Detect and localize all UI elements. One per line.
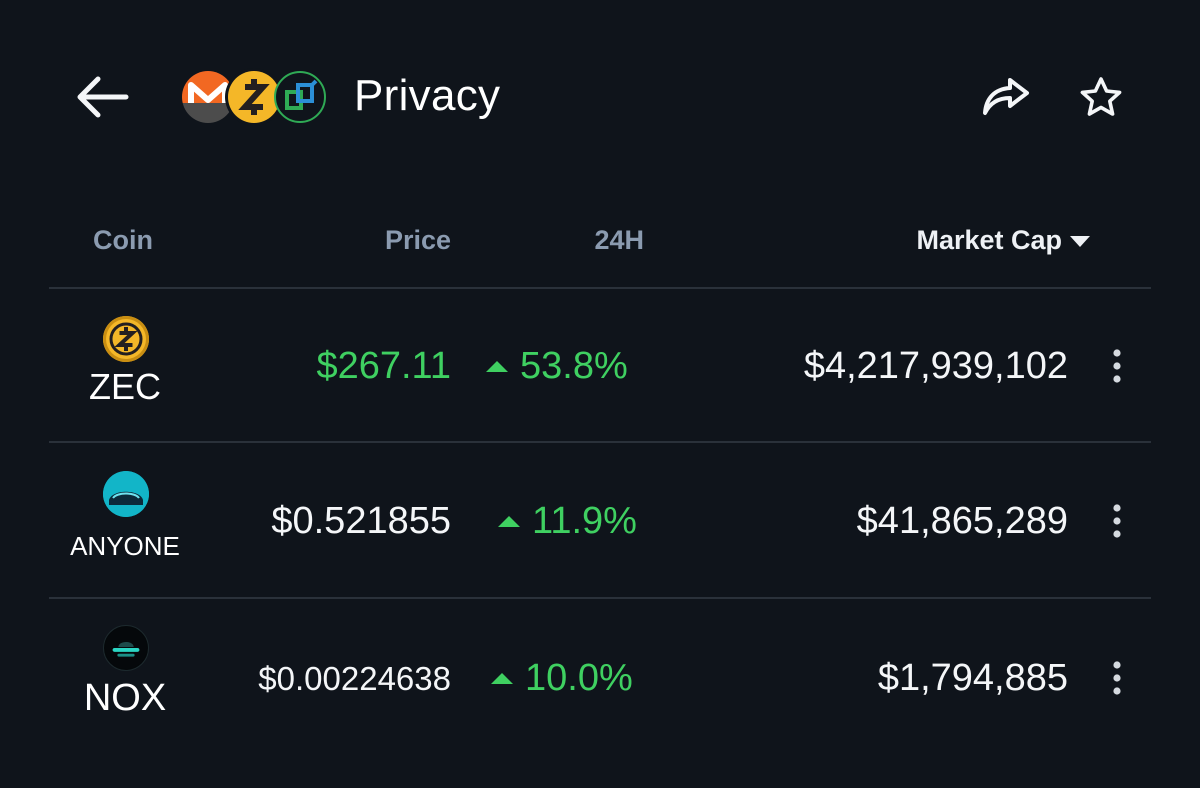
more-options-button[interactable] bbox=[1099, 654, 1135, 702]
coin-row-anyone[interactable]: ANYONE $0.521855 11.9% $41,865,289 bbox=[49, 443, 1151, 597]
category-page: Privacy Coin Price 24H Market Cap ZEC $2… bbox=[0, 0, 1200, 788]
market-cap-header-label: Market Cap bbox=[916, 225, 1062, 255]
favorite-button[interactable] bbox=[1066, 64, 1136, 130]
column-header-coin[interactable]: Coin bbox=[93, 222, 153, 258]
coin-symbol: ZEC bbox=[89, 366, 161, 407]
arrow-left-icon bbox=[77, 76, 129, 118]
price-change-value: 10.0% bbox=[525, 657, 633, 699]
price-change-24h: 10.0% bbox=[491, 654, 633, 702]
back-button[interactable] bbox=[62, 62, 142, 132]
coin-row-zec[interactable]: ZEC $267.11 53.8% $4,217,939,102 bbox=[49, 289, 1151, 443]
market-cap-value: $41,865,289 bbox=[856, 500, 1068, 542]
category-coin-logo bbox=[274, 71, 326, 123]
column-header-24h[interactable]: 24H bbox=[560, 222, 644, 258]
nox-logo-icon bbox=[103, 625, 149, 671]
share-button[interactable] bbox=[968, 64, 1044, 130]
more-vertical-icon bbox=[1113, 349, 1121, 383]
price-change-24h: 53.8% bbox=[486, 342, 628, 390]
price-change-value: 53.8% bbox=[520, 345, 628, 387]
more-options-button[interactable] bbox=[1099, 342, 1135, 390]
zcash-logo bbox=[228, 71, 280, 123]
star-icon bbox=[1080, 77, 1122, 116]
coin-price: $0.00224638 bbox=[258, 660, 451, 697]
coin-symbol: ANYONE bbox=[70, 531, 180, 561]
column-header-price[interactable]: Price bbox=[300, 222, 451, 258]
market-cap-value: $1,794,885 bbox=[877, 657, 1068, 699]
more-vertical-icon bbox=[1113, 661, 1121, 695]
coin-price: $267.11 bbox=[316, 345, 451, 387]
anyone-logo-icon bbox=[103, 471, 149, 517]
coin-price: $0.521855 bbox=[271, 500, 451, 542]
price-change-24h: 11.9% bbox=[498, 497, 637, 545]
caret-up-icon bbox=[491, 672, 513, 684]
more-options-button[interactable] bbox=[1099, 497, 1135, 545]
coin-row-nox[interactable]: NOX $0.00224638 10.0% $1,794,885 bbox=[49, 599, 1151, 753]
column-header-market-cap[interactable]: Market Cap bbox=[860, 222, 1090, 258]
sort-descending-icon bbox=[1070, 236, 1090, 247]
caret-up-icon bbox=[498, 515, 520, 527]
price-change-value: 11.9% bbox=[532, 500, 637, 542]
more-vertical-icon bbox=[1113, 504, 1121, 538]
page-title: Privacy bbox=[354, 71, 501, 120]
caret-up-icon bbox=[486, 360, 508, 372]
market-cap-value: $4,217,939,102 bbox=[803, 345, 1068, 387]
coin-symbol: NOX bbox=[83, 677, 167, 719]
share-icon bbox=[983, 78, 1029, 115]
zcash-logo-icon bbox=[103, 316, 149, 362]
category-logos bbox=[182, 67, 332, 127]
app-header: Privacy bbox=[0, 0, 1200, 190]
monero-logo bbox=[182, 71, 234, 123]
